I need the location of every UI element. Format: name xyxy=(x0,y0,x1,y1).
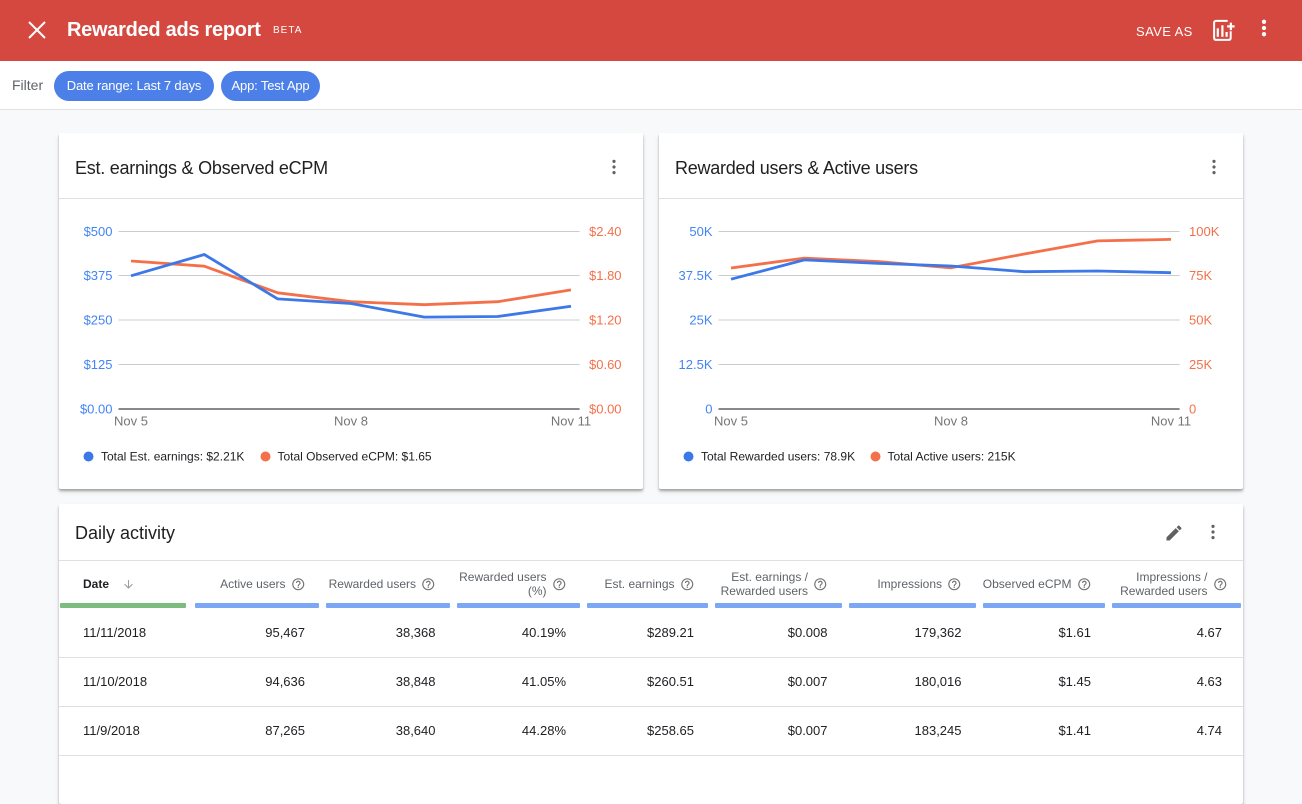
svg-text:Total Observed eCPM: $1.65: Total Observed eCPM: $1.65 xyxy=(278,450,432,464)
svg-text:25K: 25K xyxy=(1189,357,1212,372)
svg-text:$2.40: $2.40 xyxy=(589,224,622,239)
svg-text:$250: $250 xyxy=(84,313,113,328)
svg-text:Nov 5: Nov 5 xyxy=(114,414,148,429)
svg-text:12.5K: 12.5K xyxy=(679,357,713,372)
svg-text:Total Est. earnings: $2.21K: Total Est. earnings: $2.21K xyxy=(101,450,244,464)
svg-text:$1.80: $1.80 xyxy=(589,268,622,283)
svg-text:$0.00: $0.00 xyxy=(80,402,113,417)
svg-text:Total Active users: 215K: Total Active users: 215K xyxy=(888,450,1016,464)
svg-text:75K: 75K xyxy=(1189,268,1212,283)
svg-text:$500: $500 xyxy=(84,224,113,239)
svg-text:100K: 100K xyxy=(1189,224,1220,239)
svg-text:Nov 8: Nov 8 xyxy=(934,414,968,429)
svg-text:$375: $375 xyxy=(84,268,113,283)
svg-text:25K: 25K xyxy=(689,313,712,328)
svg-text:Total Rewarded users: 78.9K: Total Rewarded users: 78.9K xyxy=(701,450,855,464)
svg-text:Nov 11: Nov 11 xyxy=(1151,414,1191,429)
svg-text:0: 0 xyxy=(705,402,712,417)
svg-text:37.5K: 37.5K xyxy=(679,268,713,283)
svg-text:Nov 8: Nov 8 xyxy=(334,414,368,429)
svg-text:50K: 50K xyxy=(689,224,712,239)
svg-text:$0.60: $0.60 xyxy=(589,357,622,372)
svg-text:50K: 50K xyxy=(1189,313,1212,328)
svg-text:$125: $125 xyxy=(84,357,113,372)
svg-text:$1.20: $1.20 xyxy=(589,313,622,328)
svg-text:Nov 11: Nov 11 xyxy=(551,414,591,429)
svg-text:$0.00: $0.00 xyxy=(589,402,622,417)
svg-text:Nov 5: Nov 5 xyxy=(714,414,748,429)
